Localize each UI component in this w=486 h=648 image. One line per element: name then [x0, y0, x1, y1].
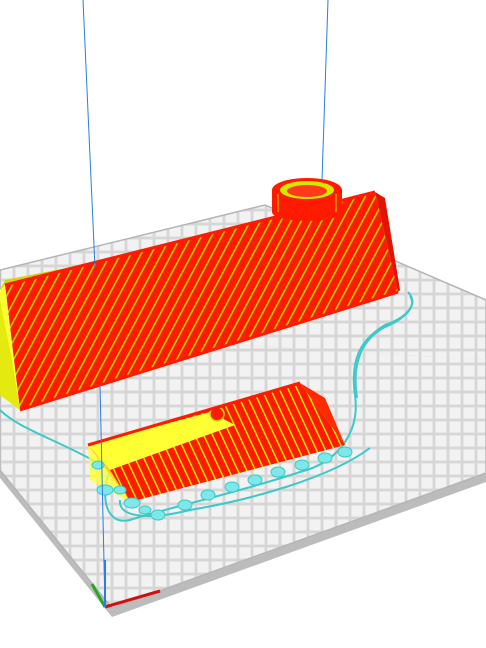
- cylinder-part[interactable]: [272, 178, 342, 221]
- 3d-viewport[interactable]: [0, 0, 486, 648]
- layer-view-scene[interactable]: [0, 0, 486, 648]
